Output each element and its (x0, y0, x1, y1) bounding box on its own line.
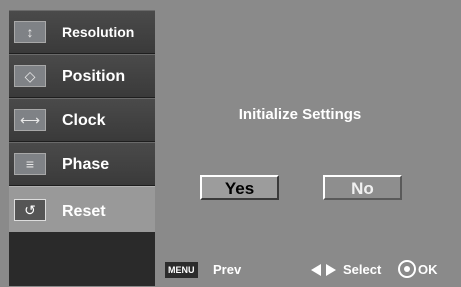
resolution-icon: ↕ (14, 21, 46, 43)
sidebar-item-position[interactable]: ◇ Position (9, 54, 155, 97)
clock-icon: ⟷ (14, 109, 46, 131)
ok-hint: OK (418, 262, 438, 277)
sidebar-item-resolution[interactable]: ↕ Resolution (9, 10, 155, 53)
sidebar-item-label: Reset (62, 203, 106, 220)
no-button[interactable]: No (323, 175, 402, 200)
select-hint: Select (343, 262, 382, 277)
sidebar-menu: ↕ Resolution ◇ Position ⟷ Clock ≡ Phase … (9, 10, 155, 286)
sidebar-item-label: Phase (62, 156, 110, 173)
menu-key-badge: MENU (165, 262, 198, 278)
reset-icon: ↺ (14, 199, 46, 221)
yes-button[interactable]: Yes (200, 175, 279, 200)
sidebar-item-label: Resolution (62, 24, 135, 40)
right-arrow-icon (326, 264, 336, 276)
position-icon: ◇ (14, 65, 46, 87)
osd-screen: ↕ Resolution ◇ Position ⟷ Clock ≡ Phase … (0, 0, 461, 287)
prev-hint: Prev (213, 262, 242, 277)
phase-icon: ≡ (14, 153, 46, 175)
left-arrow-icon (311, 264, 321, 276)
sidebar-item-reset[interactable]: ↺ Reset (9, 186, 155, 232)
sidebar-item-phase[interactable]: ≡ Phase (9, 142, 155, 185)
sidebar-item-label: Position (62, 68, 126, 85)
footer-hints: MENU Prev Select OK (165, 259, 455, 281)
sidebar-filler (9, 232, 155, 286)
dialog-title: Initialize Settings (238, 106, 362, 123)
sidebar-item-label: Clock (62, 112, 106, 129)
ok-button-icon (398, 260, 416, 278)
sidebar-item-clock[interactable]: ⟷ Clock (9, 98, 155, 141)
